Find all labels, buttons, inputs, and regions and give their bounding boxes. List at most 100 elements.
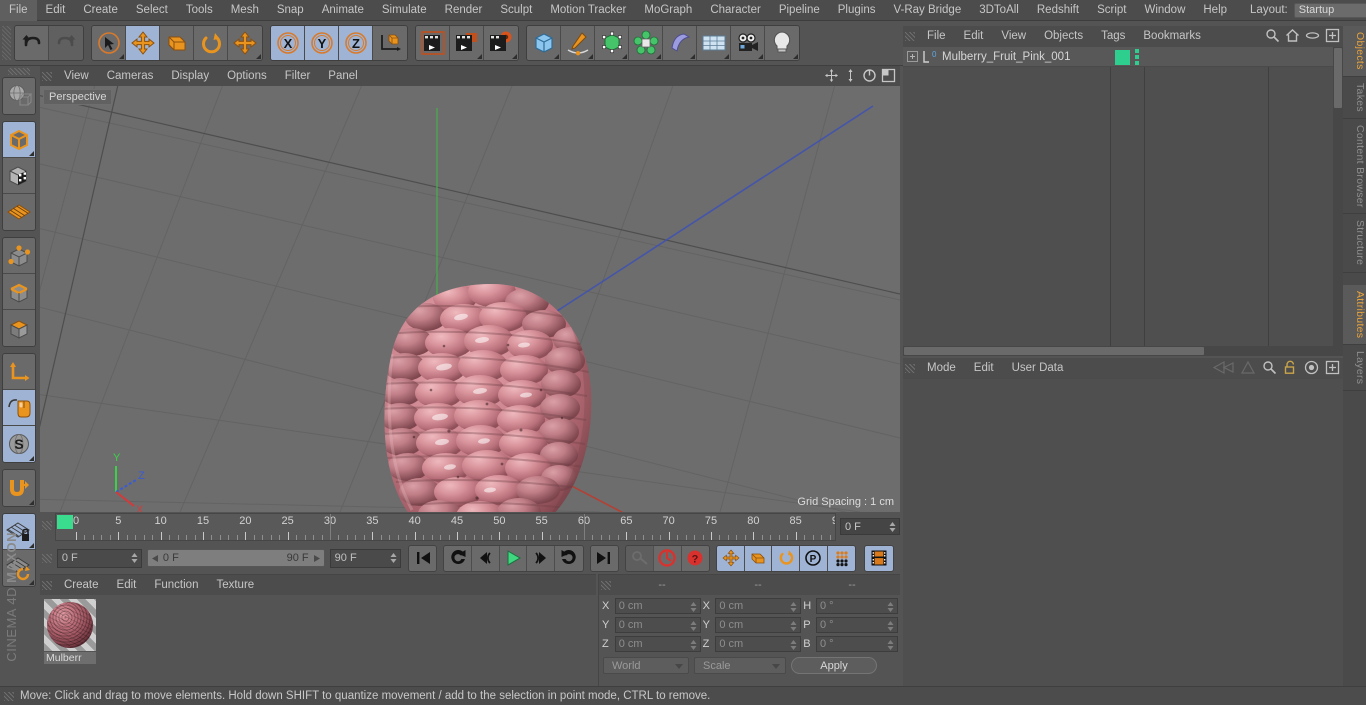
zoom-icon[interactable] <box>843 68 858 83</box>
keyframe-selection-button[interactable]: ? <box>681 545 710 571</box>
undo-button[interactable] <box>15 26 49 60</box>
material-tag-icon[interactable] <box>1115 49 1130 65</box>
menu-item-create[interactable]: Create <box>74 0 127 21</box>
spinner-icon[interactable] <box>887 620 894 632</box>
tool-options-corner[interactable] <box>477 54 482 59</box>
object-manager-grip[interactable] <box>905 32 915 41</box>
viewport-grip[interactable] <box>42 71 52 81</box>
tool-options-corner[interactable] <box>29 456 34 461</box>
spinner-icon[interactable] <box>690 601 697 613</box>
coord-size-field[interactable]: 0 cm <box>715 598 802 614</box>
toolbar-grip[interactable] <box>2 26 11 60</box>
tool-options-corner[interactable] <box>119 54 124 59</box>
spinner-icon[interactable] <box>790 601 797 613</box>
timeline-toggle-button[interactable] <box>865 545 894 571</box>
record-rotation-button[interactable] <box>772 545 801 571</box>
play-button[interactable] <box>499 545 528 571</box>
menu-item-view[interactable]: View <box>992 26 1035 47</box>
spinner-icon[interactable] <box>131 552 138 564</box>
menu-item-select[interactable]: Select <box>127 0 177 21</box>
expand-toggle-icon[interactable] <box>907 51 918 62</box>
menu-item-user-data[interactable]: User Data <box>1003 358 1073 379</box>
object-manager-hscrollbar[interactable] <box>903 346 1333 356</box>
record-position-button[interactable] <box>717 545 745 571</box>
transform-mode-dropdown[interactable]: Scale <box>694 657 786 674</box>
spinner-icon[interactable] <box>887 601 894 613</box>
transport-grip[interactable] <box>42 553 52 563</box>
lock-z-axis-button[interactable]: Z <box>339 26 373 60</box>
tool-options-corner[interactable] <box>724 54 729 59</box>
lock-icon[interactable] <box>1283 360 1298 378</box>
viewport-canvas[interactable]: Y Z X Perspective Grid Spacing : 1 cm <box>40 86 900 512</box>
tool-options-corner[interactable] <box>656 54 661 59</box>
material-thumbnail[interactable] <box>44 599 96 651</box>
menu-item-options[interactable]: Options <box>218 66 276 86</box>
tool-options-corner[interactable] <box>512 54 517 59</box>
edge-tab-content-browser[interactable]: Content Browser <box>1343 118 1366 215</box>
menu-item-create[interactable]: Create <box>55 575 108 595</box>
make-editable-button[interactable] <box>3 78 35 114</box>
search-icon[interactable] <box>1262 360 1277 378</box>
menu-item-animate[interactable]: Animate <box>313 0 373 21</box>
add-light-button[interactable] <box>765 26 799 60</box>
menu-item-mograph[interactable]: MoGraph <box>635 0 701 21</box>
spinner-icon[interactable] <box>790 639 797 651</box>
add-spline-button[interactable] <box>561 26 595 60</box>
edge-tab-objects[interactable]: Objects <box>1343 26 1366 77</box>
menu-item-v-ray-bridge[interactable]: V-Ray Bridge <box>884 0 970 21</box>
start-frame-field[interactable]: 0 F <box>56 548 142 568</box>
soft-selection-button[interactable]: S <box>3 426 35 462</box>
menu-item-display[interactable]: Display <box>162 66 218 86</box>
edge-tab-layers[interactable]: Layers <box>1343 345 1366 392</box>
model-mode-button[interactable] <box>3 122 35 158</box>
menu-item-objects[interactable]: Objects <box>1035 26 1092 47</box>
status-bar-grip[interactable] <box>4 691 14 701</box>
menu-item-file[interactable]: File <box>918 26 955 47</box>
ellipse-icon[interactable] <box>1305 28 1320 46</box>
go-to-previous-key-button[interactable] <box>444 545 473 571</box>
spinner-icon[interactable] <box>390 552 397 564</box>
menu-item-snap[interactable]: Snap <box>268 0 313 21</box>
home-icon[interactable] <box>1285 28 1300 46</box>
tool-options-corner[interactable] <box>622 54 627 59</box>
enable-axis-button[interactable] <box>3 354 35 390</box>
menu-item-render[interactable]: Render <box>436 0 492 21</box>
transform-tool[interactable] <box>228 26 262 60</box>
attribute-manager-grip[interactable] <box>905 364 915 373</box>
rotate-tool[interactable] <box>194 26 228 60</box>
forward-nav-icon[interactable] <box>1240 360 1256 378</box>
rotate-icon[interactable] <box>862 68 877 83</box>
material-grip[interactable] <box>42 580 52 590</box>
tool-options-corner[interactable] <box>793 54 798 59</box>
menu-item-edit[interactable]: Edit <box>965 358 1003 379</box>
render-view-button[interactable] <box>416 26 450 60</box>
tool-options-corner[interactable] <box>29 580 34 585</box>
tool-options-corner[interactable] <box>256 54 261 59</box>
live-selection-tool[interactable] <box>92 26 126 60</box>
tool-options-corner[interactable] <box>29 543 34 548</box>
menu-item-texture[interactable]: Texture <box>207 575 263 595</box>
pan-icon[interactable] <box>824 68 839 83</box>
step-back-button[interactable] <box>472 545 500 571</box>
add-generator-button[interactable] <box>595 26 629 60</box>
menu-item-motion-tracker[interactable]: Motion Tracker <box>541 0 635 21</box>
current-frame-field[interactable]: 0 F <box>840 518 900 535</box>
add-deformer-button[interactable] <box>663 26 697 60</box>
go-to-end-button[interactable] <box>590 545 619 571</box>
object-manager-vscrollbar[interactable] <box>1333 47 1343 356</box>
timeline-ruler[interactable]: 051015202530354045505560657075808590 <box>55 513 836 541</box>
menu-item-window[interactable]: Window <box>1135 0 1194 21</box>
add-cube-button[interactable] <box>527 26 561 60</box>
coord-rotation-field[interactable]: 0 ° <box>816 636 899 652</box>
add-camera-button[interactable] <box>731 26 765 60</box>
menu-item-help[interactable]: Help <box>1194 0 1236 21</box>
menu-item-bookmarks[interactable]: Bookmarks <box>1134 26 1210 47</box>
menu-item-tools[interactable]: Tools <box>177 0 222 21</box>
render-settings-button[interactable] <box>484 26 518 60</box>
end-frame-field[interactable]: 90 F <box>329 548 401 568</box>
tool-options-corner[interactable] <box>690 54 695 59</box>
layout-dropdown[interactable]: Startup <box>1293 2 1366 18</box>
attribute-manager-body[interactable] <box>903 379 1343 686</box>
coord-size-field[interactable]: 0 cm <box>715 636 802 652</box>
magnet-tool-button[interactable] <box>3 470 35 506</box>
